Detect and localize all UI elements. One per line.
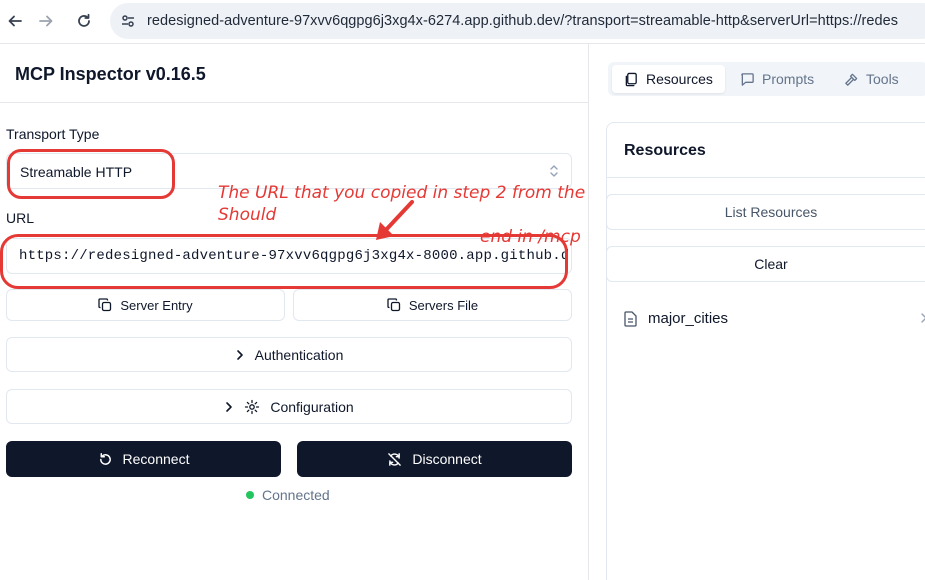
authentication-label: Authentication	[254, 346, 344, 363]
annotation-circle-transport	[7, 149, 175, 199]
copy-icon	[387, 298, 400, 312]
address-bar[interactable]: redesigned-adventure-97xvv6qgpg6j3xg4x-6…	[110, 3, 925, 39]
back-button[interactable]	[2, 8, 28, 34]
reload-icon	[78, 13, 90, 27]
arrow-right-icon	[39, 15, 53, 27]
configuration-label: Configuration	[270, 398, 354, 415]
reload-button[interactable]	[71, 8, 97, 34]
main-panel: Resources Prompts Tools Resources List R…	[590, 44, 925, 580]
list-resources-label: List Resources	[724, 204, 818, 220]
server-entry-button[interactable]: Server Entry	[6, 289, 285, 321]
tab-resources[interactable]: Resources	[612, 65, 725, 93]
tab-prompts-label: Prompts	[762, 71, 815, 87]
site-settings-icon[interactable]	[118, 11, 138, 31]
chevrons-up-down-icon	[549, 164, 559, 183]
chevron-right-icon	[921, 313, 925, 323]
browser-toolbar: redesigned-adventure-97xvv6qgpg6j3xg4x-6…	[0, 0, 925, 44]
resources-header: Resources	[607, 123, 925, 178]
app-title: MCP Inspector v0.16.5	[15, 64, 206, 84]
url-label: URL	[6, 210, 35, 226]
configuration-toggle[interactable]: Configuration	[6, 389, 572, 424]
tab-tools-label: Tools	[866, 71, 899, 87]
tab-prompts[interactable]: Prompts	[728, 65, 826, 93]
servers-file-button[interactable]: Servers File	[293, 289, 572, 321]
status-dot	[246, 491, 254, 499]
tab-resources-label: Resources	[646, 71, 713, 87]
copy-icon	[98, 298, 112, 312]
refresh-off-icon	[388, 452, 402, 466]
status-text: Connected	[262, 487, 330, 503]
reconnect-label: Reconnect	[122, 451, 190, 467]
chevron-right-icon	[226, 401, 233, 412]
resource-item[interactable]: major_cities	[623, 310, 728, 327]
chevron-right-icon	[236, 349, 243, 360]
message-square-icon	[741, 72, 754, 86]
files-icon	[625, 72, 637, 86]
app-header: MCP Inspector v0.16.5	[0, 44, 589, 103]
resource-item-label: major_cities	[648, 310, 729, 327]
transport-type-label: Transport Type	[6, 126, 100, 142]
reconnect-button[interactable]: Reconnect	[6, 441, 281, 477]
resources-title: Resources	[624, 142, 706, 159]
rotate-ccw-icon	[99, 452, 111, 465]
file-text-icon	[624, 310, 637, 327]
clear-button[interactable]: Clear	[606, 246, 925, 282]
tab-tools[interactable]: Tools	[832, 65, 911, 93]
tab-list: Resources Prompts Tools	[608, 62, 925, 96]
authentication-toggle[interactable]: Authentication	[6, 337, 572, 372]
server-entry-label: Server Entry	[120, 297, 193, 313]
sidebar: MCP Inspector v0.16.5 Transport Type Str…	[0, 44, 589, 580]
connection-status: Connected	[246, 487, 330, 503]
arrow-left-icon	[8, 15, 22, 27]
resources-card: Resources	[606, 122, 925, 580]
disconnect-label: Disconnect	[412, 451, 482, 467]
hammer-icon	[845, 73, 858, 86]
gear-icon	[245, 399, 260, 414]
forward-button[interactable]	[33, 8, 59, 34]
list-resources-button[interactable]: List Resources	[606, 194, 925, 230]
clear-label: Clear	[754, 256, 788, 272]
servers-file-label: Servers File	[408, 297, 479, 313]
address-text[interactable]: redesigned-adventure-97xvv6qgpg6j3xg4x-6…	[147, 13, 898, 29]
disconnect-button[interactable]: Disconnect	[297, 441, 572, 477]
annotation-arrow	[376, 200, 414, 240]
